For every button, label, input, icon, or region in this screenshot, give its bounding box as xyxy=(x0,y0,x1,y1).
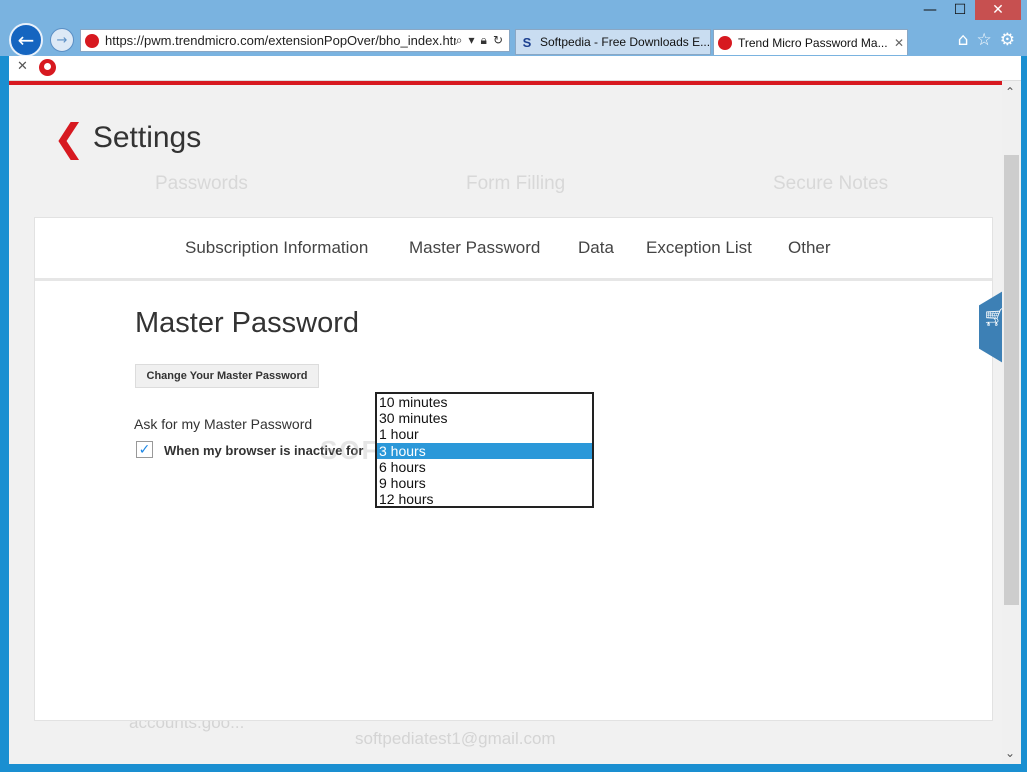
dropdown-option[interactable]: 30 minutes xyxy=(377,410,592,426)
ghost-tab-form-filling: Form Filling xyxy=(466,173,566,194)
tab-trendmicro[interactable]: Trend Micro Password Ma... ✕ xyxy=(713,29,908,55)
dropdown-option[interactable]: 10 minutes xyxy=(377,394,592,410)
tab-softpedia[interactable]: S Softpedia - Free Downloads E... xyxy=(515,29,711,55)
window-controls: — ☐ ✕ xyxy=(915,0,1021,22)
dropdown-arrow-icon[interactable]: ▾ xyxy=(469,33,475,48)
forward-button[interactable]: → xyxy=(50,28,74,52)
chevron-left-icon[interactable]: ❮ xyxy=(53,119,85,157)
settings-header[interactable]: ❮ Settings xyxy=(53,119,201,157)
lock-icon[interactable]: 🔒︎ xyxy=(481,33,487,48)
extension-toolbar: ✕ xyxy=(9,56,1021,81)
dropdown-option[interactable]: 12 hours xyxy=(377,491,592,507)
dropdown-option[interactable]: 1 hour xyxy=(377,426,592,442)
address-url[interactable]: https://pwm.trendmicro.com/extensionPopO… xyxy=(105,33,456,48)
address-bar[interactable]: https://pwm.trendmicro.com/extensionPopO… xyxy=(80,29,510,52)
tab-label: Softpedia - Free Downloads E... xyxy=(540,35,710,49)
tab-exception-list[interactable]: Exception List xyxy=(646,238,752,258)
star-icon[interactable]: ☆ xyxy=(977,30,992,50)
arrow-left-icon: ← xyxy=(17,28,35,52)
maximize-button[interactable]: ☐ xyxy=(945,0,975,20)
home-icon[interactable]: ⌂ xyxy=(958,30,969,50)
scrollbar-thumb[interactable] xyxy=(1004,155,1019,605)
page-content: Passwords Form Filling Secure Notes ❮ Se… xyxy=(9,81,1002,764)
tabs-underline xyxy=(35,278,992,281)
page-title: Settings xyxy=(92,121,202,154)
gear-icon[interactable]: ⚙ xyxy=(1000,30,1015,50)
tab-label: Trend Micro Password Ma... xyxy=(738,35,888,50)
settings-tabs: Subscription Information Master Password… xyxy=(35,218,992,282)
tab-master-password[interactable]: Master Password xyxy=(409,238,541,281)
close-window-button[interactable]: ✕ xyxy=(975,0,1021,20)
title-bar: — ☐ ✕ ← → https://pwm.trendmicro.com/ext… xyxy=(0,0,1027,57)
accent-bar xyxy=(9,81,1002,85)
arrow-right-icon: → xyxy=(56,32,68,48)
tab-other[interactable]: Other xyxy=(788,238,831,258)
close-icon[interactable]: ✕ xyxy=(17,59,28,74)
ghost-email: softpediatest1@gmail.com xyxy=(355,729,556,748)
browser-window: — ☐ ✕ ← → https://pwm.trendmicro.com/ext… xyxy=(0,0,1027,772)
trendmicro-favicon-icon xyxy=(85,33,99,48)
settings-panel: Subscription Information Master Password… xyxy=(34,217,993,721)
refresh-icon[interactable]: ↻ xyxy=(493,33,503,48)
inactivity-dropdown-list[interactable]: 10 minutes 30 minutes 1 hour 3 hours 6 h… xyxy=(375,392,594,508)
ask-label: Ask for my Master Password xyxy=(134,416,313,432)
trendmicro-logo-icon[interactable] xyxy=(39,59,56,76)
ghost-tab-secure-notes: Secure Notes xyxy=(773,173,889,194)
dropdown-option-selected[interactable]: 3 hours xyxy=(377,442,592,459)
trendmicro-favicon-icon xyxy=(718,35,732,50)
change-master-password-button[interactable]: Change Your Master Password xyxy=(135,364,319,388)
close-tab-icon[interactable]: ✕ xyxy=(891,36,907,50)
scroll-down-icon[interactable]: ⌄ xyxy=(1005,746,1015,760)
ghost-tab-passwords: Passwords xyxy=(155,173,248,194)
section-heading: Master Password xyxy=(135,307,360,339)
back-button[interactable]: ← xyxy=(9,23,43,57)
checkmark-icon: ✓ xyxy=(138,441,151,458)
dropdown-option[interactable]: 6 hours xyxy=(377,459,592,475)
shopping-cart-icon[interactable]: 🛒︎ xyxy=(983,307,1002,328)
softpedia-favicon-icon: S xyxy=(522,34,532,50)
tab-data[interactable]: Data xyxy=(578,238,614,258)
scroll-up-icon[interactable]: ⌃ xyxy=(1005,85,1015,99)
search-icon[interactable]: ⌕ xyxy=(456,33,463,48)
vertical-scrollbar[interactable]: ⌃ ⌄ xyxy=(1002,81,1021,764)
dropdown-option[interactable]: 9 hours xyxy=(377,475,592,491)
inactive-checkbox[interactable]: ✓ xyxy=(136,441,153,458)
tab-subscription-information[interactable]: Subscription Information xyxy=(185,238,368,258)
minimize-button[interactable]: — xyxy=(915,0,945,20)
